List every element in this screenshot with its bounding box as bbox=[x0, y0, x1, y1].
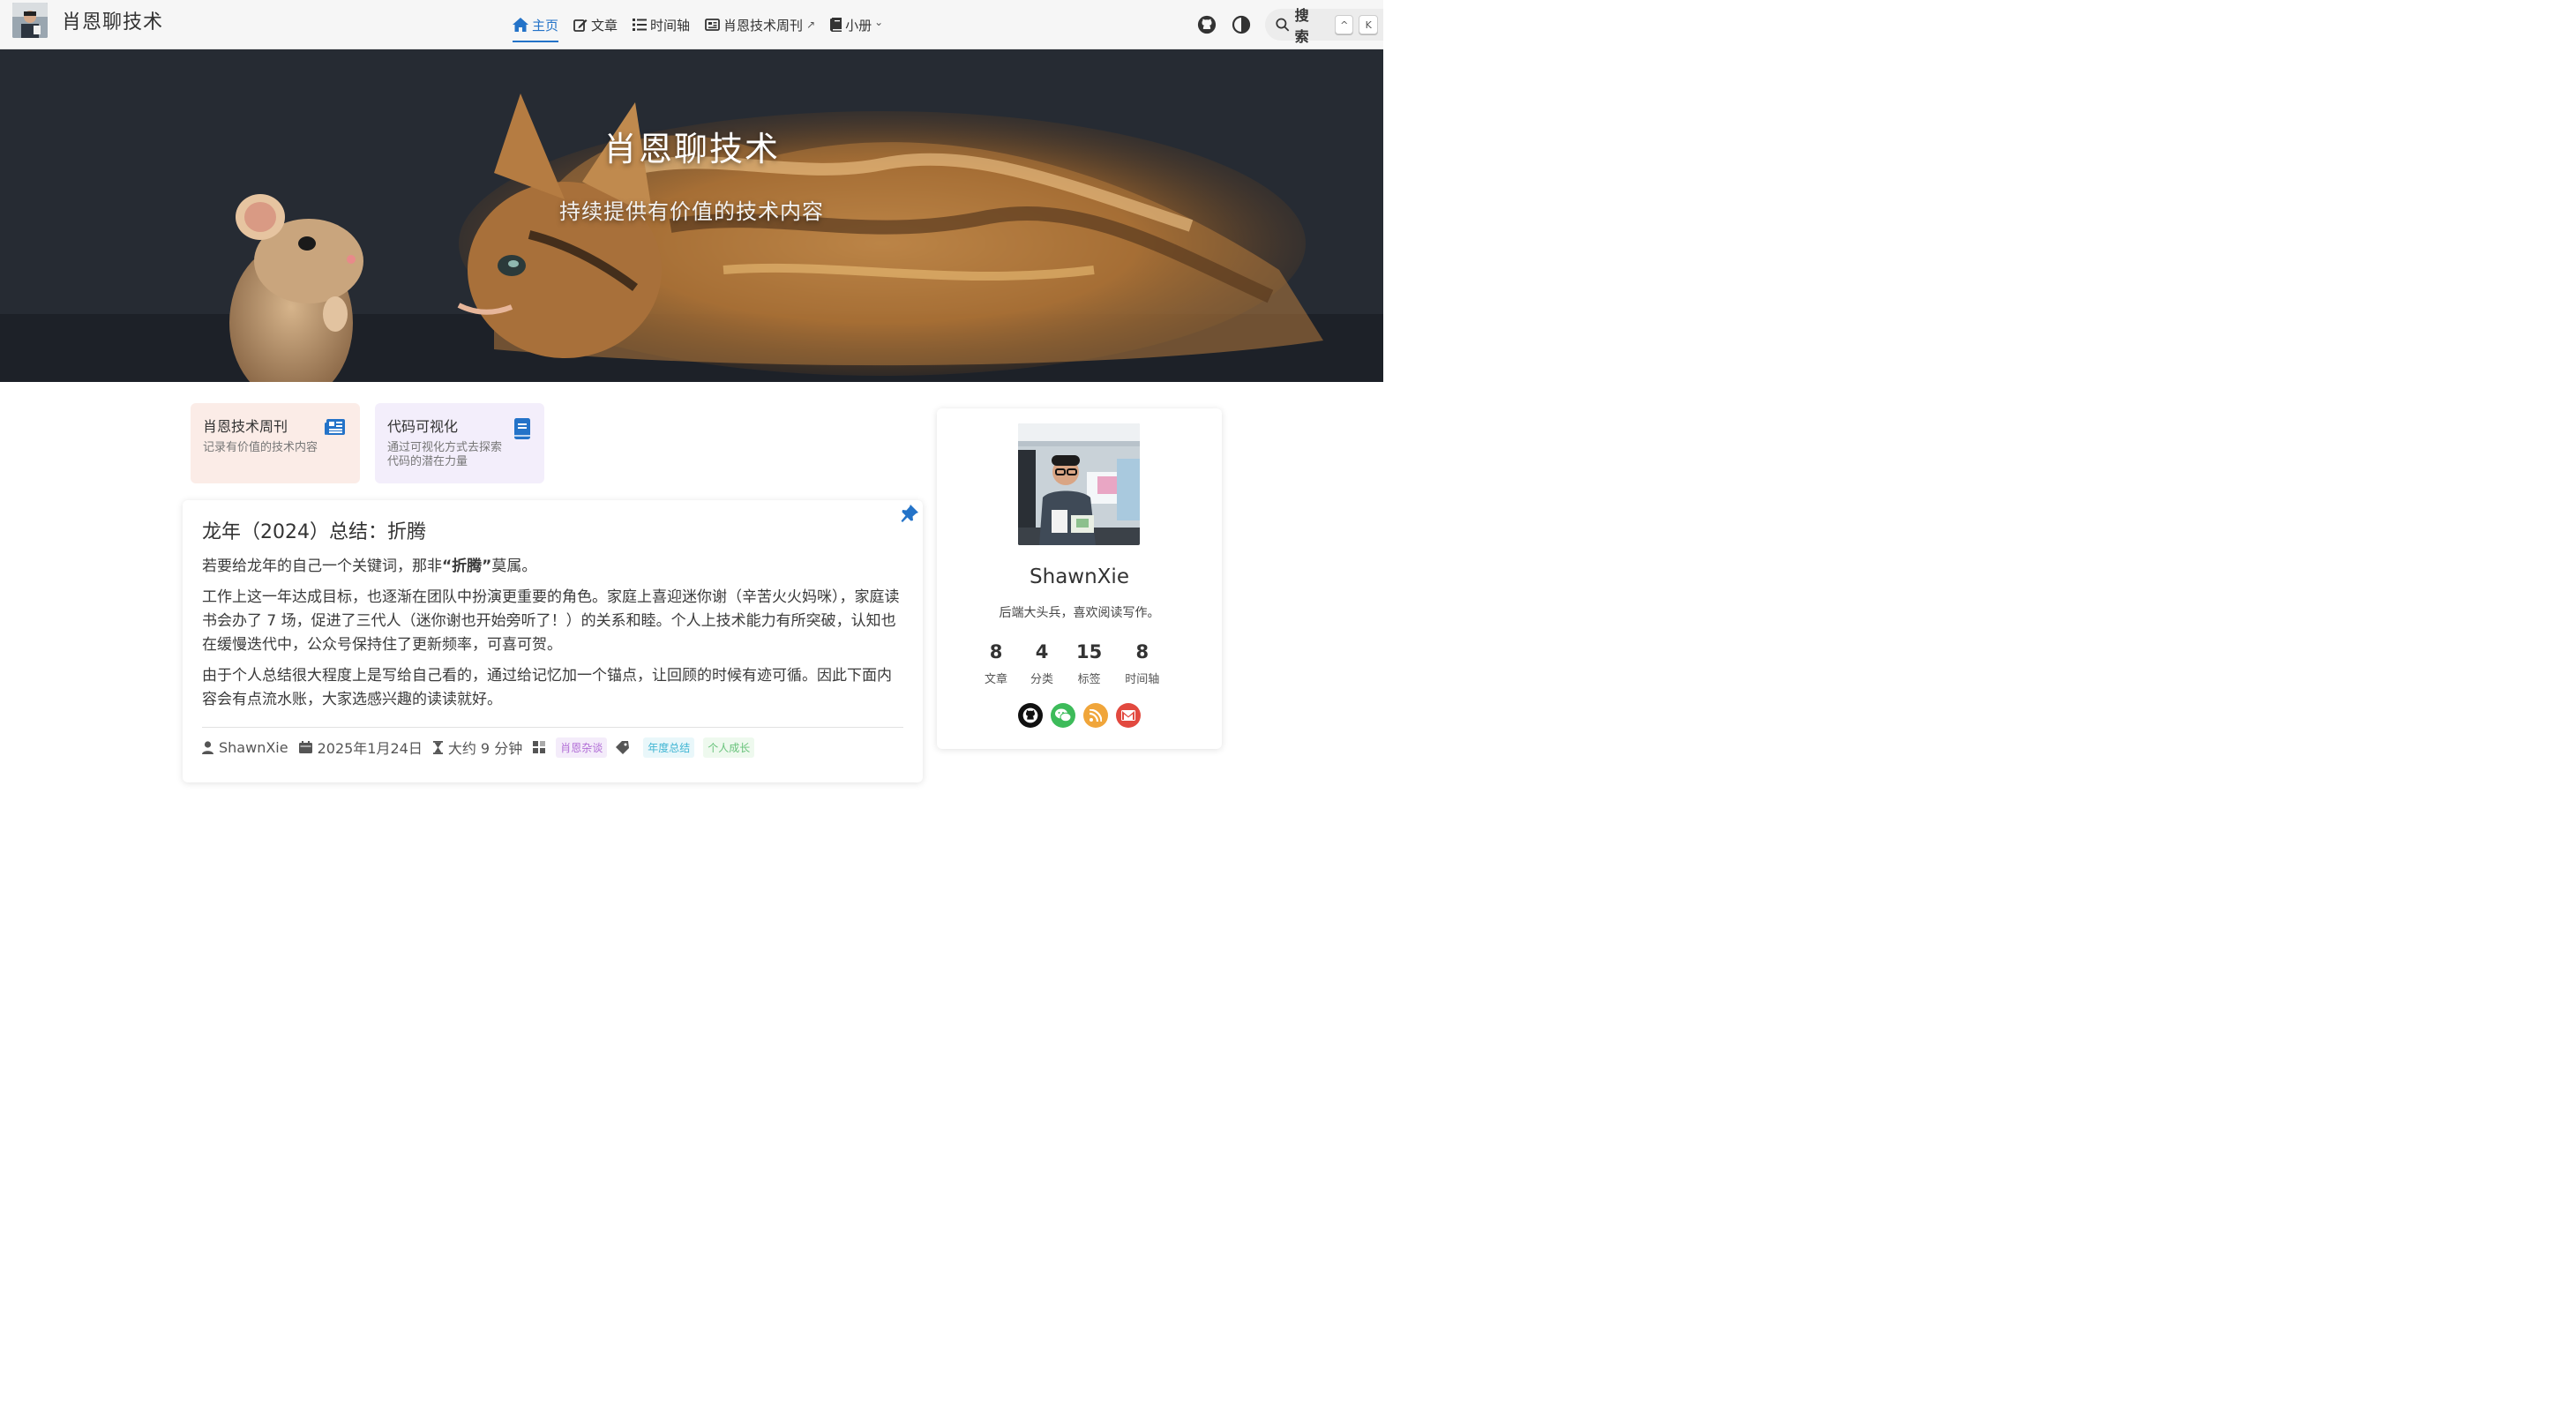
nav-home[interactable]: 主页 bbox=[513, 8, 559, 42]
article-excerpt-1: 若要给龙年的自己一个关键词，那非“折腾”莫属。 bbox=[202, 555, 903, 579]
search-icon bbox=[1276, 18, 1290, 32]
category-badge[interactable]: 肖恩杂谈 bbox=[556, 737, 608, 758]
article-excerpt-2: 工作上这一年达成目标，也逐渐在团队中扮演更重要的角色。家庭上喜迎迷你谢（辛苦火火… bbox=[202, 588, 900, 654]
article-meta: ShawnXie 2025年1月24日 大约 9 分钟 肖恩杂谈 年度总结 个人… bbox=[202, 737, 763, 758]
nav-timeline-label: 时间轴 bbox=[650, 17, 691, 34]
profile-name: ShawnXie bbox=[1030, 565, 1129, 588]
newspaper-icon bbox=[325, 419, 345, 435]
author-name: ShawnXie bbox=[219, 738, 288, 756]
category-icon bbox=[533, 741, 546, 753]
brand-link[interactable]: 肖恩聊技术 bbox=[12, 3, 163, 38]
shortcut-key-k: K bbox=[1359, 15, 1379, 34]
wechat-icon bbox=[1055, 708, 1071, 722]
stat-articles[interactable]: 8 文章 bbox=[985, 641, 1007, 686]
stat-number: 8 bbox=[1135, 641, 1149, 662]
feature-card-weekly[interactable]: 肖恩技术周刊 记录有价值的技术内容 bbox=[191, 403, 360, 483]
social-gmail[interactable] bbox=[1116, 703, 1141, 728]
stat-number: 15 bbox=[1076, 641, 1103, 662]
publish-date: 2025年1月24日 bbox=[317, 740, 423, 757]
nav-timeline[interactable]: 时间轴 bbox=[633, 8, 690, 41]
feature-desc: 通过可视化方式去探索代码的潜在力量 bbox=[387, 441, 503, 468]
stat-categories[interactable]: 4 分类 bbox=[1030, 641, 1053, 686]
feature-desc: 记录有价值的技术内容 bbox=[203, 441, 318, 454]
hero-banner: 肖恩聊技术 持续提供有价值的技术内容 bbox=[0, 49, 1383, 382]
avatar bbox=[1018, 423, 1140, 545]
profile-card: ShawnXie 后端大头兵，喜欢阅读写作。 8 文章 4 分类 15 标签 8… bbox=[937, 408, 1222, 749]
nav-booklet-label: 小册 bbox=[845, 17, 872, 34]
stat-label: 时间轴 bbox=[1125, 673, 1160, 686]
nav-articles-label: 文章 bbox=[591, 17, 618, 34]
nav-articles[interactable]: 文章 bbox=[573, 8, 618, 41]
tag-badge[interactable]: 个人成长 bbox=[703, 737, 755, 758]
hero-subtitle: 持续提供有价值的技术内容 bbox=[559, 199, 824, 224]
meta-date: 2025年1月24日 bbox=[298, 737, 423, 758]
theme-toggle[interactable] bbox=[1231, 14, 1252, 35]
hero-title: 肖恩聊技术 bbox=[603, 130, 780, 168]
article-excerpt-3: 由于个人总结很大程度上是写给自己看的，通过给记忆加一个锚点，让回顾的时候有迹可循… bbox=[202, 667, 892, 708]
stat-label: 分类 bbox=[1030, 673, 1054, 686]
meta-author[interactable]: ShawnXie bbox=[202, 739, 288, 756]
feature-title: 代码可视化 bbox=[387, 418, 459, 435]
stat-label: 标签 bbox=[1077, 673, 1101, 686]
article-divider bbox=[202, 727, 903, 728]
nav-actions: 搜索 ^ K bbox=[1196, 0, 1383, 49]
book-icon bbox=[830, 18, 842, 32]
meta-reading-time: 大约 9 分钟 bbox=[432, 737, 523, 758]
social-wechat[interactable] bbox=[1051, 703, 1075, 728]
nav-booklet[interactable]: 小册 ⌄ bbox=[830, 8, 883, 41]
stat-tags[interactable]: 15 标签 bbox=[1076, 641, 1102, 686]
hourglass-icon bbox=[432, 740, 443, 754]
tag-badge[interactable]: 年度总结 bbox=[643, 737, 695, 758]
contrast-icon bbox=[1232, 15, 1251, 34]
social-links bbox=[1018, 703, 1149, 728]
newspaper-icon bbox=[705, 19, 720, 31]
list-icon bbox=[633, 19, 648, 31]
gmail-icon bbox=[1121, 710, 1135, 721]
main-nav: 主页 文章 时间轴 肖恩技术周刊 ↗ 小册 ⌄ bbox=[513, 0, 898, 49]
external-link-icon: ↗ bbox=[806, 19, 816, 31]
stat-number: 4 bbox=[1035, 641, 1049, 662]
meta-category bbox=[533, 741, 550, 753]
nav-weekly-label: 肖恩技术周刊 bbox=[723, 17, 804, 34]
stat-timeline[interactable]: 8 时间轴 bbox=[1125, 641, 1159, 686]
search-label: 搜索 bbox=[1294, 7, 1309, 45]
stat-label: 文章 bbox=[985, 673, 1008, 686]
github-link[interactable] bbox=[1196, 14, 1217, 35]
calendar-icon bbox=[298, 741, 312, 753]
site-name: 肖恩聊技术 bbox=[62, 11, 164, 34]
meta-tags bbox=[616, 740, 634, 754]
article-title[interactable]: 龙年（2024）总结：折腾 bbox=[202, 516, 903, 544]
profile-bio: 后端大头兵，喜欢阅读写作。 bbox=[999, 606, 1160, 620]
tag-icon bbox=[616, 740, 630, 754]
article-card[interactable]: 龙年（2024）总结：折腾 若要给龙年的自己一个关键词，那非“折腾”莫属。 工作… bbox=[183, 500, 923, 782]
pin-icon bbox=[901, 505, 918, 522]
site-logo bbox=[12, 3, 48, 38]
github-icon bbox=[1197, 15, 1217, 34]
home-icon bbox=[513, 18, 528, 32]
github-icon bbox=[1022, 707, 1038, 723]
social-rss[interactable] bbox=[1083, 703, 1108, 728]
search-button[interactable]: 搜索 ^ K bbox=[1265, 7, 1383, 45]
user-icon bbox=[202, 740, 213, 754]
excerpt-text: 若要给龙年的自己一个关键词，那非 bbox=[202, 558, 442, 575]
shortcut-key-ctrl: ^ bbox=[1334, 15, 1354, 34]
excerpt-text: 莫属。 bbox=[491, 558, 537, 575]
edit-icon bbox=[573, 19, 588, 32]
reading-time: 大约 9 分钟 bbox=[447, 740, 523, 757]
nav-home-label: 主页 bbox=[532, 17, 559, 34]
stat-number: 8 bbox=[989, 641, 1003, 662]
excerpt-keyword: “折腾” bbox=[442, 558, 492, 575]
navbar: 肖恩聊技术 主页 文章 时间轴 肖恩技术周刊 ↗ 小册 ⌄ 搜索 ^ K bbox=[0, 0, 1383, 49]
profile-stats: 8 文章 4 分类 15 标签 8 时间轴 bbox=[985, 641, 1182, 686]
rss-icon bbox=[1090, 709, 1102, 722]
feature-card-code-visualization[interactable]: 代码可视化 通过可视化方式去探索代码的潜在力量 bbox=[375, 403, 544, 483]
book-icon bbox=[514, 418, 530, 439]
nav-weekly[interactable]: 肖恩技术周刊 ↗ bbox=[705, 8, 815, 41]
chevron-down-icon: ⌄ bbox=[874, 16, 884, 28]
social-github[interactable] bbox=[1018, 703, 1043, 728]
